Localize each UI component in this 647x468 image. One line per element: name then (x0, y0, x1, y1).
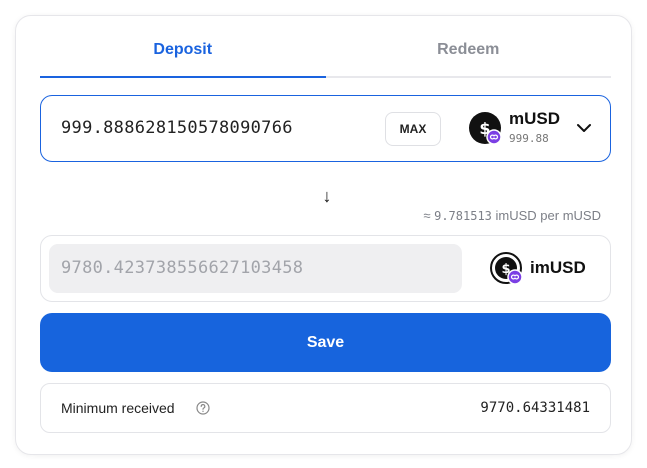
arrow-down-icon: ↓ (322, 186, 332, 206)
rate-unit: imUSD per mUSD (495, 208, 601, 223)
receive-amount-field: 9780.423738556627103458 $ imUSD (40, 235, 611, 302)
save-button[interactable]: Save (40, 313, 611, 372)
deposit-card: Deposit Redeem 999.888628150578090766 MA… (15, 15, 632, 455)
token-selector[interactable]: $ mUSD 999.88 (469, 108, 599, 152)
exchange-rate: ≈ 9.781513 imUSD per mUSD (423, 208, 601, 223)
to-token-symbol: imUSD (530, 258, 586, 277)
tab-deposit[interactable]: Deposit (40, 38, 326, 78)
imusd-coin-icon: $ (490, 252, 523, 285)
musd-coin-icon: $ (469, 112, 502, 145)
tab-redeem[interactable]: Redeem (326, 38, 612, 76)
rate-value: 9.781513 (434, 209, 492, 223)
help-icon[interactable] (196, 401, 210, 415)
deposit-amount-input[interactable]: 999.888628150578090766 (61, 118, 293, 138)
tab-bar: Deposit Redeem (40, 38, 611, 78)
receive-amount-output: 9780.423738556627103458 (49, 244, 462, 293)
deposit-amount-field[interactable]: 999.888628150578090766 MAX $ mUSD 999.88 (40, 95, 611, 162)
minimum-received-value: 9770.64331481 (480, 400, 590, 416)
from-token-balance: 999.88 (509, 132, 549, 145)
minimum-received-row: Minimum received 9770.64331481 (40, 383, 611, 433)
chevron-down-icon[interactable] (576, 120, 592, 136)
minimum-received-label: Minimum received (61, 400, 175, 416)
max-button[interactable]: MAX (385, 112, 441, 146)
from-token-symbol: mUSD (509, 109, 561, 128)
rate-prefix: ≈ (423, 208, 431, 223)
receive-token: $ imUSD (490, 252, 600, 286)
